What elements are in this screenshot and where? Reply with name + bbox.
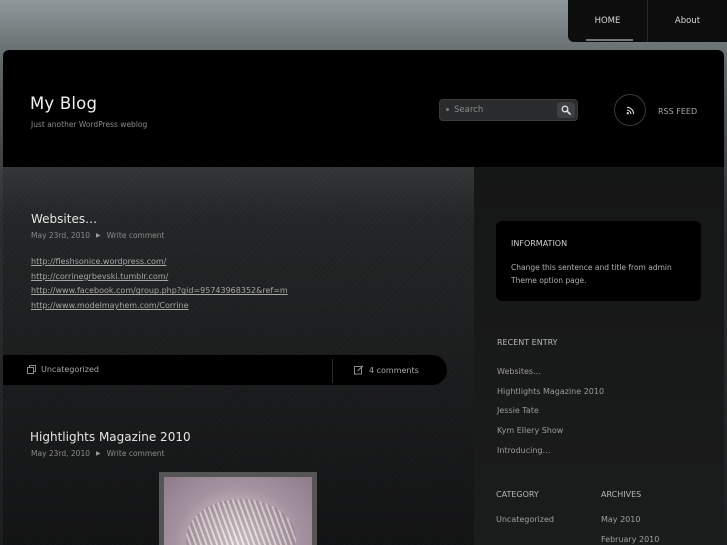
information-title: INFORMATION [511, 239, 568, 248]
rss-icon [626, 106, 634, 114]
search-input[interactable] [454, 103, 554, 117]
divider [332, 359, 333, 383]
arrow-right-icon: ▶ [96, 232, 101, 239]
nav-item-about-label: About [674, 16, 701, 26]
information-widget: INFORMATION Change this sentence and tit… [496, 221, 701, 301]
post-link[interactable]: http://www.facebook.com/group.php?gid=95… [31, 284, 288, 299]
rss-button[interactable] [614, 94, 646, 126]
category-link[interactable]: Uncategorized [496, 515, 554, 524]
search-box [439, 99, 578, 121]
post-category-link[interactable]: Uncategorized [27, 365, 99, 374]
post-meta: May 23rd, 2010 ▶ Write comment [31, 231, 164, 240]
category-heading: CATEGORY [496, 490, 539, 499]
edit-comment-icon [354, 365, 364, 375]
site-title[interactable]: My Blog [30, 94, 97, 113]
search-button[interactable] [557, 102, 575, 118]
archive-link[interactable]: May 2010 [601, 515, 640, 524]
post-title[interactable]: Hightlights Magazine 2010 [30, 430, 191, 444]
archives-heading: ARCHIVES [601, 490, 642, 499]
nav-item-about[interactable]: About [647, 0, 727, 42]
write-comment-link[interactable]: Write comment [107, 231, 165, 240]
write-comment-link[interactable]: Write comment [107, 449, 165, 458]
post-category-label: Uncategorized [41, 365, 99, 374]
arrow-right-icon: ▶ [96, 450, 101, 457]
post-date: May 23rd, 2010 [31, 231, 91, 240]
post-image-frame [159, 472, 317, 545]
post-date: May 23rd, 2010 [31, 449, 91, 458]
post-comments-count: 4 comments [369, 365, 419, 375]
post-comments-link[interactable]: 4 comments [354, 365, 419, 375]
recent-entry-link[interactable]: Jessie Tate [497, 401, 604, 421]
post-title[interactable]: Websites… [31, 212, 97, 226]
recent-entry-link[interactable]: Kym Ellery Show [497, 421, 604, 441]
information-text: Change this sentence and title from admi… [511, 263, 672, 285]
search-icon [561, 105, 571, 115]
recent-entry-link[interactable]: Hightlights Magazine 2010 [497, 382, 604, 402]
archive-link[interactable]: February 2010 [601, 535, 659, 544]
post-link[interactable]: http://www.modelmayhem.com/Corrine [31, 299, 288, 314]
recent-entry-list: Websites… Hightlights Magazine 2010 Jess… [497, 362, 604, 461]
recent-entry-heading: RECENT ENTRY [497, 338, 558, 347]
nav-item-home[interactable]: HOME [568, 0, 647, 42]
post-meta: May 23rd, 2010 ▶ Write comment [31, 449, 164, 458]
top-navigation: HOME About [568, 0, 727, 42]
post-link[interactable]: http://fleshsonice.wordpress.com/ [31, 255, 288, 270]
recent-entry-link[interactable]: Websites… [497, 362, 604, 382]
post-footer-bar: Uncategorized 4 comments [3, 355, 447, 385]
rss-feed-link[interactable]: RSS FEED [658, 107, 697, 116]
folder-icon [27, 365, 36, 374]
site-header: My Blog Just another WordPress weblog RS… [3, 50, 724, 167]
recent-entry-link[interactable]: Introducing… [497, 441, 604, 461]
nav-item-home-label: HOME [594, 16, 621, 26]
post-link[interactable]: http://corrinegrbevski.tumblr.com/ [31, 270, 288, 285]
search-bullet-icon [446, 108, 449, 111]
site-tagline: Just another WordPress weblog [31, 120, 148, 129]
post-image[interactable] [164, 477, 312, 545]
post-link-list: http://fleshsonice.wordpress.com/ http:/… [31, 255, 288, 314]
